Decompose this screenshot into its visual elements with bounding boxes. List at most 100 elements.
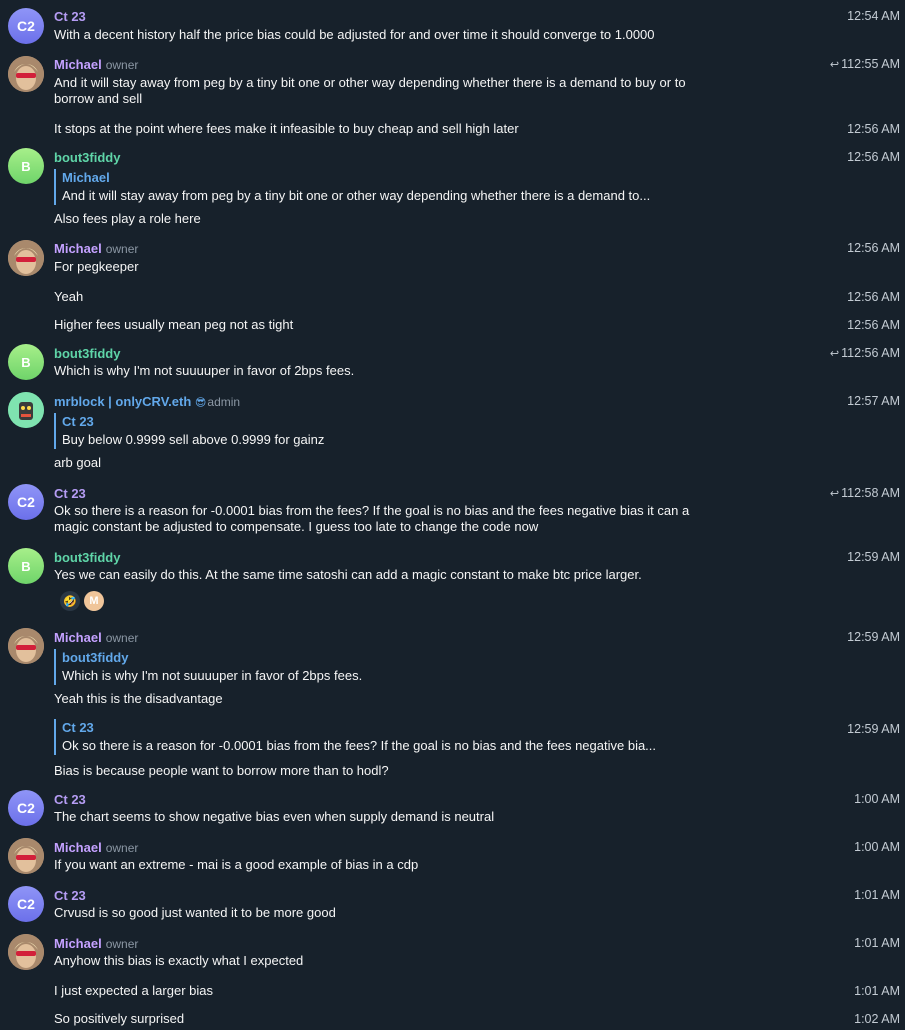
- sender-name[interactable]: bout3fiddy: [54, 150, 120, 165]
- message-text: Bias is because people want to borrow mo…: [54, 763, 389, 778]
- quoted-text: Buy below 0.9999 sell above 0.9999 for g…: [62, 432, 325, 447]
- sender-name[interactable]: Ct 23: [54, 888, 86, 903]
- message-text: Yeah this is the disadvantage: [54, 691, 223, 706]
- reaction-laughing-icon[interactable]: 🤣: [60, 591, 80, 611]
- avatar[interactable]: C2: [8, 8, 44, 44]
- message-time: 12:56 AM: [847, 150, 900, 164]
- time-label: 12:56 AM: [847, 346, 900, 360]
- sender-name[interactable]: Michael owner: [54, 936, 138, 951]
- avatar[interactable]: [8, 392, 44, 428]
- avatar[interactable]: B: [8, 548, 44, 584]
- role-badge: owner: [105, 841, 139, 855]
- sender-name[interactable]: Ct 23: [54, 792, 86, 807]
- message-time: 1:01 AM: [854, 936, 900, 950]
- message-text: So positively surprised: [54, 1011, 185, 1026]
- profile-photo-icon: [8, 934, 44, 970]
- sender-name-text: Michael: [54, 630, 102, 645]
- sender-name-text: mrblock | onlyCRV.eth: [54, 394, 192, 409]
- quoted-author: Michael: [62, 170, 110, 185]
- sender-name[interactable]: Ct 23: [54, 9, 86, 24]
- quoted-author: Ct 23: [62, 414, 94, 429]
- avatar[interactable]: C2: [8, 790, 44, 826]
- sender-name-text: Michael: [54, 936, 102, 951]
- emoji-badge-icon: 😎: [194, 397, 207, 409]
- sender-name[interactable]: Michael owner: [54, 840, 138, 855]
- quoted-text: Which is why I'm not suuuuper in favor o…: [62, 668, 363, 683]
- role-badge: owner: [105, 58, 139, 72]
- reply-arrow-icon: ↩: [829, 348, 840, 360]
- time-label: 12:58 AM: [847, 486, 900, 500]
- avatar[interactable]: B: [8, 344, 44, 380]
- role-badge: admin: [207, 395, 241, 409]
- message-time: 1:00 AM: [854, 840, 900, 854]
- sender-name-text: Michael: [54, 57, 102, 72]
- message-text: Also fees play a role here: [54, 211, 201, 226]
- profile-photo-icon: [8, 628, 44, 664]
- message-time: 12:59 AM: [847, 630, 900, 644]
- message-text: Yeah: [54, 289, 84, 304]
- message-text: If you want an extreme - mai is a good e…: [54, 857, 419, 872]
- quoted-reply[interactable]: Ct 23 Ok so there is a reason for -0.000…: [54, 719, 702, 755]
- message-text: Ok so there is a reason for -0.0001 bias…: [54, 503, 690, 534]
- message-text: The chart seems to show negative bias ev…: [54, 809, 495, 824]
- sender-name[interactable]: Ct 23: [54, 486, 86, 501]
- message-text: Higher fees usually mean peg not as tigh…: [54, 317, 294, 332]
- profile-photo-icon: [8, 392, 44, 428]
- sender-name[interactable]: mrblock | onlyCRV.eth 😎admin: [54, 394, 240, 409]
- profile-photo-icon: [8, 838, 44, 874]
- reply-arrow-icon: ↩: [829, 59, 840, 71]
- message-text: Crvusd is so good just wanted it to be m…: [54, 905, 336, 920]
- message-time: 12:56 AM: [847, 122, 900, 136]
- quoted-author: bout3fiddy: [62, 650, 129, 665]
- message-text: For pegkeeper: [54, 259, 139, 274]
- reaction-avatar[interactable]: M: [84, 591, 104, 611]
- message-text: arb goal: [54, 455, 101, 470]
- sender-name[interactable]: bout3fiddy: [54, 550, 120, 565]
- avatar[interactable]: [8, 934, 44, 970]
- message-time[interactable]: ↩ 112:58 AM: [830, 486, 900, 500]
- sender-name[interactable]: Michael owner: [54, 57, 138, 72]
- sender-name[interactable]: bout3fiddy: [54, 346, 120, 361]
- message-time: 1:02 AM: [854, 1012, 900, 1026]
- reply-arrow-icon: ↩: [829, 488, 840, 500]
- quoted-author: Ct 23: [62, 720, 94, 735]
- avatar[interactable]: C2: [8, 886, 44, 922]
- sender-name[interactable]: Michael owner: [54, 241, 138, 256]
- role-badge: owner: [105, 242, 139, 256]
- sender-name[interactable]: Michael owner: [54, 630, 138, 645]
- avatar[interactable]: [8, 240, 44, 276]
- role-badge: owner: [105, 631, 139, 645]
- time-label: 12:55 AM: [847, 57, 900, 71]
- sender-name-text: Michael: [54, 840, 102, 855]
- quoted-text: And it will stay away from peg by a tiny…: [62, 188, 651, 203]
- message-time: 12:54 AM: [847, 9, 900, 23]
- message-time: 12:56 AM: [847, 318, 900, 332]
- profile-photo-icon: [8, 56, 44, 92]
- quoted-reply[interactable]: bout3fiddy Which is why I'm not suuuuper…: [54, 649, 702, 685]
- message-text: I just expected a larger bias: [54, 983, 213, 998]
- message-text: Yes we can easily do this. At the same t…: [54, 567, 642, 582]
- message-time: 1:00 AM: [854, 792, 900, 806]
- avatar[interactable]: B: [8, 148, 44, 184]
- message-text: Anyhow this bias is exactly what I expec…: [54, 953, 304, 968]
- message-time: 12:59 AM: [847, 550, 900, 564]
- avatar[interactable]: C2: [8, 484, 44, 520]
- message-time: 12:56 AM: [847, 241, 900, 255]
- avatar[interactable]: [8, 838, 44, 874]
- quoted-text: Ok so there is a reason for -0.0001 bias…: [62, 738, 657, 753]
- role-badge: owner: [105, 937, 139, 951]
- message-time: 12:56 AM: [847, 290, 900, 304]
- message-text: And it will stay away from peg by a tiny…: [54, 75, 686, 106]
- avatar[interactable]: [8, 56, 44, 92]
- message-text: It stops at the point where fees make it…: [54, 121, 519, 136]
- quoted-reply[interactable]: Michael And it will stay away from peg b…: [54, 169, 702, 205]
- message-time[interactable]: ↩ 112:56 AM: [830, 346, 900, 360]
- profile-photo-icon: [8, 240, 44, 276]
- message-time[interactable]: ↩ 112:55 AM: [830, 57, 900, 71]
- message-time: 1:01 AM: [854, 888, 900, 902]
- sender-name-text: Michael: [54, 241, 102, 256]
- message-text: Which is why I'm not suuuuper in favor o…: [54, 363, 355, 378]
- quoted-reply[interactable]: Ct 23 Buy below 0.9999 sell above 0.9999…: [54, 413, 702, 449]
- avatar[interactable]: [8, 628, 44, 664]
- message-time: 12:57 AM: [847, 394, 900, 408]
